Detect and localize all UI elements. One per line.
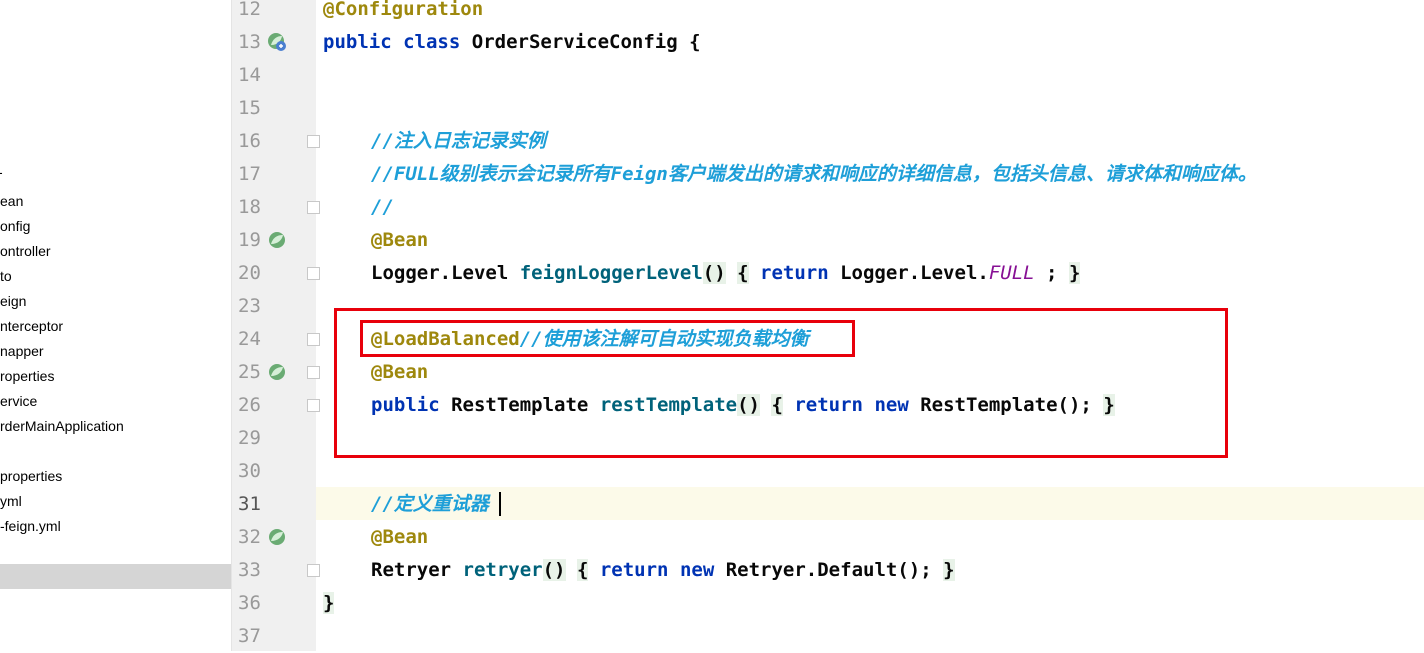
fold-expand-icon[interactable] bbox=[307, 399, 320, 412]
class-name: OrderServiceConfig bbox=[471, 31, 678, 53]
tree-item-properties-file[interactable]: properties bbox=[0, 464, 231, 489]
annotation: @Bean bbox=[371, 229, 429, 251]
project-tree: - ean onfig ontroller to eign nterceptor… bbox=[0, 0, 232, 651]
code-comment: //注入日志记录实例 bbox=[371, 130, 546, 152]
tree-item-properties[interactable]: roperties bbox=[0, 364, 231, 389]
tree-item-service[interactable]: ervice bbox=[0, 389, 231, 414]
tree-item-mapper[interactable]: napper bbox=[0, 339, 231, 364]
brace: } bbox=[323, 592, 335, 614]
line-number: 30 bbox=[238, 460, 261, 482]
tree-item-bean[interactable]: ean bbox=[0, 189, 231, 214]
tree-item-label: ervice bbox=[0, 393, 38, 409]
fold-expand-icon[interactable] bbox=[307, 564, 320, 577]
tree-item-label: to bbox=[0, 268, 12, 284]
line-number: 12 bbox=[238, 0, 261, 20]
code-comment: //FULL级别表示会记录所有Feign客户端发出的请求和响应的详细信息，包括头… bbox=[371, 163, 1257, 185]
field-name: FULL bbox=[988, 262, 1035, 284]
tree-item-label: properties bbox=[0, 468, 63, 484]
tree-item-label: - bbox=[0, 160, 3, 185]
expression: Logger.Level. bbox=[840, 262, 989, 284]
fold-toggle-icon[interactable] bbox=[307, 366, 320, 379]
fold-expand-icon[interactable] bbox=[307, 267, 320, 280]
tree-item-config[interactable]: onfig bbox=[0, 214, 231, 239]
keyword: return bbox=[599, 559, 669, 581]
line-number: 16 bbox=[238, 130, 261, 152]
highlight-box-inner bbox=[360, 320, 855, 357]
tree-item[interactable]: - bbox=[0, 160, 231, 185]
spring-bean-icon[interactable] bbox=[267, 527, 287, 547]
fold-toggle-icon[interactable] bbox=[307, 135, 320, 148]
parens: () bbox=[702, 262, 726, 284]
call-parens: () bbox=[897, 559, 921, 581]
line-number: 29 bbox=[238, 427, 261, 449]
keyword: new bbox=[679, 559, 715, 581]
line-number: 14 bbox=[238, 64, 261, 86]
text-caret bbox=[499, 492, 501, 516]
code-line-20: Logger.Level feignLoggerLevel() { return… bbox=[371, 257, 1081, 290]
type-name: Retryer bbox=[371, 559, 452, 581]
method-name: retryer bbox=[462, 559, 543, 581]
expression: Retryer.Default bbox=[725, 559, 898, 581]
line-number: 17 bbox=[238, 163, 261, 185]
tree-item-interceptor[interactable]: nterceptor bbox=[0, 314, 231, 339]
tree-item-main-application[interactable]: rderMainApplication bbox=[0, 414, 231, 439]
line-number: 24 bbox=[238, 328, 261, 350]
code-line-13: public class OrderServiceConfig { bbox=[323, 26, 701, 59]
line-number: 20 bbox=[238, 262, 261, 284]
semicolon: ; bbox=[1034, 262, 1058, 284]
method-name: feignLoggerLevel bbox=[519, 262, 703, 284]
spring-bean-icon[interactable] bbox=[267, 230, 287, 250]
line-number: 33 bbox=[238, 559, 261, 581]
line-number: 37 bbox=[238, 625, 261, 647]
line-number-current: 31 bbox=[238, 493, 261, 515]
line-number: 23 bbox=[238, 295, 261, 317]
keyword: return bbox=[760, 262, 829, 284]
code-line-36: } bbox=[323, 587, 335, 620]
spring-bean-config-icon[interactable] bbox=[267, 32, 287, 52]
tree-item-label: onfig bbox=[0, 218, 31, 234]
keyword: public bbox=[323, 31, 392, 53]
tree-item-feign[interactable]: eign bbox=[0, 289, 231, 314]
code-line-12: @Configuration bbox=[323, 0, 483, 26]
tree-item-label: ontroller bbox=[0, 243, 51, 259]
tree-item-label: yml bbox=[0, 493, 22, 509]
tree-item-controller[interactable]: ontroller bbox=[0, 239, 231, 264]
tree-item-yml-file[interactable]: yml bbox=[0, 489, 231, 514]
tree-selection-highlight bbox=[0, 564, 231, 589]
fold-toggle-icon[interactable] bbox=[307, 201, 320, 214]
tree-item-label: ean bbox=[0, 193, 24, 209]
keyword: class bbox=[403, 31, 461, 53]
code-comment: // bbox=[371, 196, 394, 218]
code-line-33: Retryer retryer() { return new Retryer.D… bbox=[371, 554, 955, 587]
tree-item-label: -feign.yml bbox=[0, 518, 61, 534]
semicolon: ; bbox=[920, 559, 932, 581]
brace: { bbox=[737, 262, 749, 284]
annotation: @Bean bbox=[371, 526, 429, 548]
tree-item-dto[interactable]: to bbox=[0, 264, 231, 289]
line-number: 18 bbox=[238, 196, 261, 218]
type-name: Logger.Level bbox=[371, 262, 509, 284]
brace: } bbox=[943, 559, 955, 581]
annotation: @Configuration bbox=[323, 0, 484, 20]
line-number: 26 bbox=[238, 394, 261, 416]
line-number: 15 bbox=[238, 97, 261, 119]
brace: } bbox=[1068, 262, 1081, 284]
brace: { bbox=[576, 559, 589, 581]
tree-item-feign-yml-file[interactable]: -feign.yml bbox=[0, 514, 231, 539]
brace: { bbox=[689, 31, 701, 53]
code-comment: //定义重试器 bbox=[371, 493, 489, 515]
tree-item-label: nterceptor bbox=[0, 318, 64, 334]
parens: () bbox=[542, 559, 566, 581]
tree-item-label: rderMainApplication bbox=[0, 418, 124, 434]
tree-item-label: eign bbox=[0, 293, 27, 309]
tree-item-label: napper bbox=[0, 343, 44, 359]
spring-bean-icon[interactable] bbox=[267, 362, 287, 382]
line-number: 36 bbox=[238, 592, 261, 614]
tree-item-label: roperties bbox=[0, 368, 55, 384]
fold-toggle-icon[interactable] bbox=[307, 333, 320, 346]
